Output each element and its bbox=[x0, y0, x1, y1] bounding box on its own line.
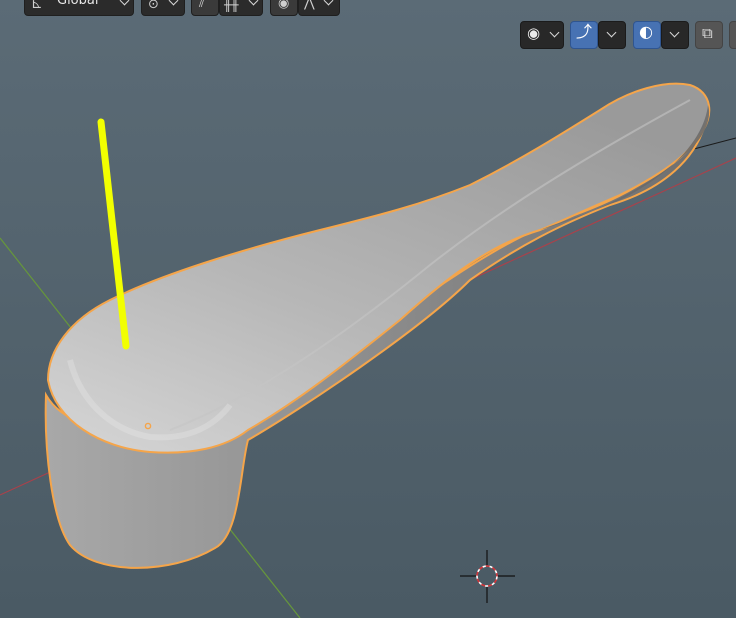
viewport-header: ⊾ Global ⊙ ⫽ ╫╫ ◉ ⋀ bbox=[0, 0, 736, 17]
xray-toggle-icon: ⧉ bbox=[702, 24, 713, 42]
chevron-down-icon bbox=[669, 27, 680, 38]
chevron-down-icon bbox=[606, 27, 617, 38]
chevron-down-icon bbox=[168, 0, 179, 6]
snap-increment-icon: ╫╫ bbox=[224, 0, 239, 12]
transform-orientation-dropdown[interactable]: ⊾ Global bbox=[24, 0, 134, 16]
falloff-curve-icon: ⋀ bbox=[304, 0, 315, 11]
snap-target-dropdown[interactable]: ╫╫ bbox=[219, 0, 263, 16]
chevron-down-icon bbox=[248, 0, 259, 6]
pivot-point-icon: ⊙ bbox=[148, 0, 159, 12]
gizmo-toggle[interactable]: ⤴ bbox=[570, 21, 598, 49]
gizmo-icon: ⤴ bbox=[576, 22, 593, 41]
proportional-edit-toggle[interactable]: ◉ bbox=[270, 0, 298, 16]
transform-orientation-label: Global bbox=[57, 0, 99, 8]
falloff-dropdown[interactable]: ⋀ bbox=[298, 0, 340, 16]
orientation-axes-icon: ⊾ bbox=[31, 0, 43, 12]
viewport-scene[interactable] bbox=[0, 0, 736, 618]
xray-toggle[interactable]: ⧉ bbox=[695, 21, 723, 49]
pivot-point-dropdown[interactable]: ⊙ bbox=[141, 0, 185, 16]
chevron-down-icon bbox=[323, 0, 334, 6]
overlays-dropdown[interactable] bbox=[661, 21, 689, 49]
selectability-visibility-icon: ◉ bbox=[527, 24, 541, 42]
proportional-edit-icon: ◉ bbox=[278, 0, 290, 11]
3d-viewport[interactable]: ⊾ Global ⊙ ⫽ ╫╫ ◉ ⋀ ◉ ⤴ ◐ ⧉ bbox=[0, 0, 736, 618]
chevron-down-icon bbox=[119, 0, 130, 6]
snap-toggle[interactable]: ⫽ bbox=[191, 0, 219, 16]
overlays-icon: ◐ bbox=[639, 22, 653, 41]
chevron-down-icon bbox=[549, 27, 560, 38]
shading-mode-button[interactable] bbox=[729, 21, 736, 49]
snap-icon: ⫽ bbox=[199, 0, 205, 11]
overlays-toggle[interactable]: ◐ bbox=[633, 21, 661, 49]
gizmo-dropdown[interactable] bbox=[598, 21, 626, 49]
selectability-visibility-dropdown[interactable]: ◉ bbox=[520, 21, 564, 49]
